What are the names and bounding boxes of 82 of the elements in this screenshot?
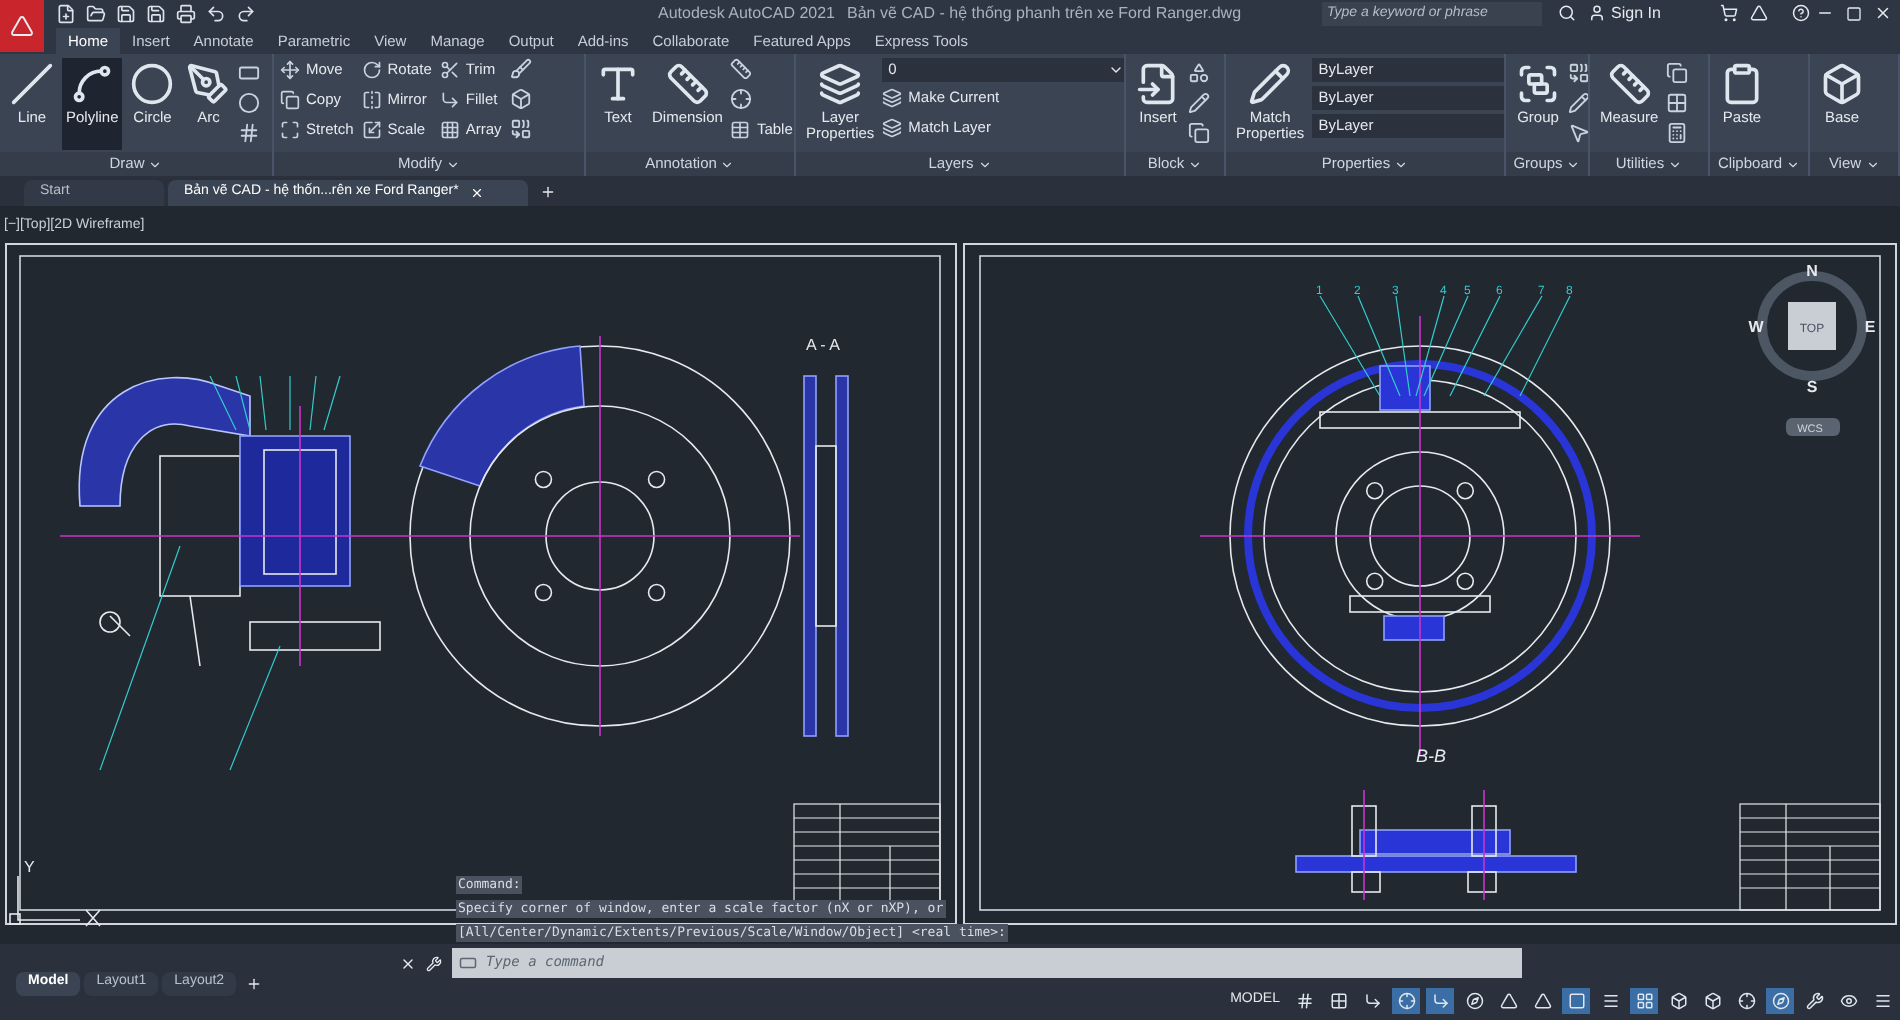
compass-east-label: E	[1864, 318, 1876, 336]
close-tab-icon[interactable]	[470, 186, 485, 200]
snap-icon	[1329, 992, 1347, 1010]
customize-wrench-icon	[426, 955, 442, 971]
user-icon	[1587, 4, 1606, 22]
calculator-icon	[1666, 122, 1689, 144]
layer-icon	[882, 88, 903, 108]
ucs-axis-icon	[9, 875, 101, 927]
undo-icon	[206, 3, 226, 23]
open-folder-icon	[86, 3, 106, 23]
document-title: Bản vẽ CAD - hệ thống phanh trên xe Ford Ranger.dwg	[847, 1, 1242, 25]
copy-icon	[280, 90, 300, 110]
save-as-icon	[146, 3, 166, 23]
array-icon	[439, 120, 460, 140]
dimension-icon	[665, 62, 710, 106]
select-all-icon	[1666, 92, 1689, 114]
ucs-menu-button[interactable]	[1786, 418, 1840, 436]
caret-icon	[977, 157, 992, 171]
caret-icon	[1668, 157, 1683, 171]
layer-match-icon	[882, 118, 903, 138]
cart-icon	[1720, 4, 1739, 22]
print-icon	[176, 3, 196, 23]
close-command-icon	[400, 955, 416, 971]
status-toggle-button[interactable]	[1766, 988, 1794, 1014]
redo-icon	[236, 3, 256, 23]
add-layout-icon[interactable]	[246, 975, 263, 991]
caret-icon	[148, 157, 163, 171]
scale-icon	[361, 120, 382, 140]
create-block-icon	[1188, 62, 1210, 84]
search-icon	[1557, 4, 1576, 22]
line-icon	[10, 62, 54, 106]
group-edit-icon	[1568, 92, 1588, 114]
caret-icon	[1865, 157, 1880, 171]
caret-icon	[1394, 157, 1409, 171]
erase-icon	[509, 58, 532, 80]
caret-icon	[1188, 157, 1203, 171]
caret-icon	[1566, 157, 1581, 171]
caret-icon	[1108, 62, 1124, 78]
trim-icon	[439, 60, 460, 80]
text-letter-icon	[596, 62, 640, 106]
compass-west-label: W	[1748, 318, 1764, 336]
group-icon	[1516, 62, 1560, 106]
status-toggle-button[interactable]	[1392, 988, 1420, 1014]
new-file-icon	[56, 3, 76, 23]
compass-north-label: N	[1806, 262, 1818, 280]
section-label: B-B	[1416, 746, 1447, 766]
command-prompt-icon	[458, 954, 478, 972]
ellipse-icon	[238, 92, 261, 114]
move-icon	[280, 60, 300, 80]
rotate-icon	[361, 60, 382, 80]
title-block-drawing	[1739, 803, 1881, 911]
linear-dimension-icon	[730, 58, 753, 80]
insert-block-icon	[1136, 62, 1180, 106]
section-label: A - A	[806, 336, 840, 354]
axis-label: Y	[24, 858, 35, 876]
app-title: Autodesk AutoCAD 2021	[658, 1, 836, 25]
caret-icon	[720, 157, 735, 171]
compass-south-label: S	[1806, 378, 1818, 396]
status-toggle-button[interactable]	[1562, 988, 1590, 1014]
layer-stack-icon	[818, 62, 863, 106]
circle-icon	[130, 62, 175, 106]
caret-icon	[446, 157, 461, 171]
close-icon	[1874, 4, 1892, 22]
help-icon	[1792, 4, 1811, 22]
restore-icon	[1846, 5, 1862, 21]
new-tab-icon[interactable]	[540, 184, 556, 200]
caret-icon	[1786, 157, 1801, 171]
match-properties-icon	[1248, 62, 1293, 106]
sign-in-link[interactable]: Sign In	[1611, 1, 1661, 25]
status-toggle-button[interactable]	[1630, 988, 1658, 1014]
base-view-icon	[1820, 62, 1864, 106]
polyline-icon	[70, 62, 115, 106]
rectangle-icon	[238, 62, 261, 84]
hatch-icon	[238, 122, 261, 144]
measure-ruler-icon	[1607, 62, 1652, 106]
app-logo-icon[interactable]	[0, 0, 44, 52]
table-icon	[730, 120, 751, 140]
status-toggle-button[interactable]	[1426, 988, 1454, 1014]
grid-icon	[1295, 992, 1313, 1010]
save-icon	[116, 3, 136, 23]
edit-block-icon	[1188, 92, 1210, 114]
paste-clipboard-icon	[1720, 62, 1764, 106]
